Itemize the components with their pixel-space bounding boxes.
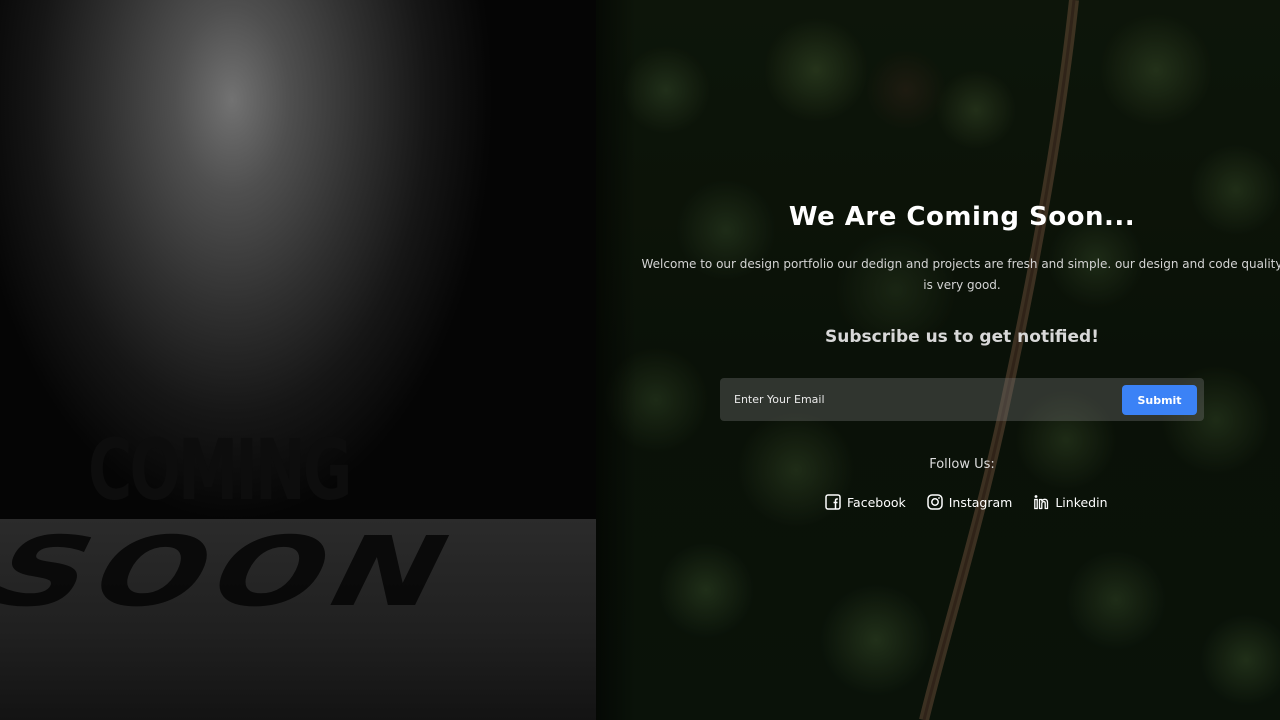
page-title: We Are Coming Soon... <box>788 202 1136 232</box>
coming-word-art: COMING <box>88 421 352 519</box>
social-links: Facebook Instagram Linkedin <box>824 492 1108 512</box>
linkedin-label: Linkedin <box>1055 494 1108 510</box>
subscribe-form: Submit <box>720 378 1204 421</box>
facebook-label: Facebook <box>847 494 906 510</box>
instagram-icon <box>926 493 944 511</box>
soon-word-shadow-art: SOON <box>0 516 479 628</box>
content-panel: We Are Coming Soon... Welcome to our des… <box>596 0 1280 720</box>
instagram-link[interactable]: Instagram <box>926 493 1013 511</box>
linkedin-icon <box>1032 493 1050 511</box>
linkedin-link[interactable]: Linkedin <box>1032 493 1108 511</box>
submit-button[interactable]: Submit <box>1122 385 1197 415</box>
email-input[interactable] <box>720 378 1110 421</box>
page-description: Welcome to our design portfolio our dedi… <box>641 257 1280 292</box>
facebook-link[interactable]: Facebook <box>824 493 906 511</box>
coming-soon-page: COMING SOON We Are Coming Soon... Welcom… <box>0 0 1280 720</box>
main-content: We Are Coming Soon... Welcome to our des… <box>596 0 1280 720</box>
follow-us-label: Follow Us: <box>929 457 995 472</box>
instagram-label: Instagram <box>948 494 1013 510</box>
subscribe-heading: Subscribe us to get notified! <box>825 327 1099 347</box>
hero-artwork-panel: COMING SOON <box>0 0 596 720</box>
facebook-icon <box>824 493 842 511</box>
